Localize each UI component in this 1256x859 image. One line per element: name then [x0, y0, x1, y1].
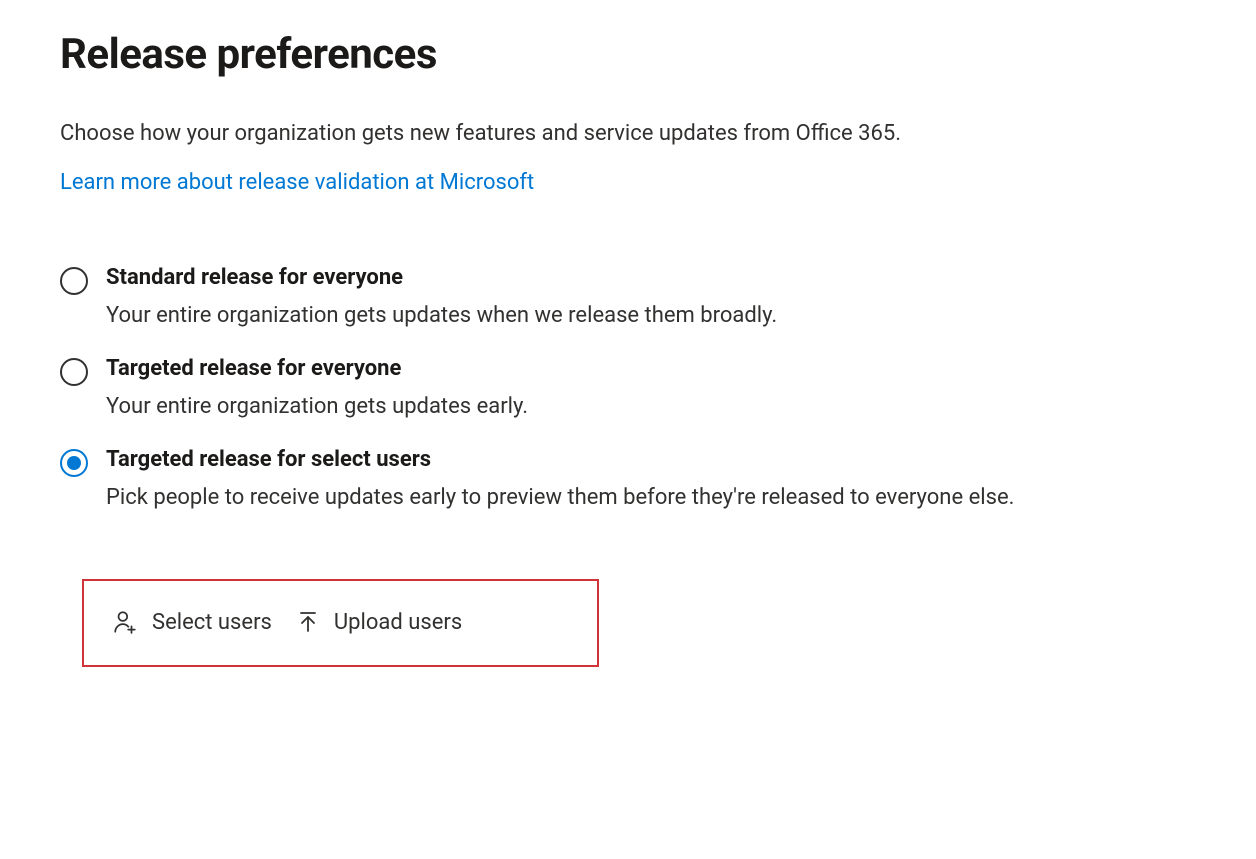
- option-targeted-everyone: Targeted release for everyone Your entir…: [60, 356, 1196, 423]
- select-users-label: Select users: [152, 610, 272, 635]
- select-users-button[interactable]: Select users: [112, 609, 272, 635]
- option-label-targeted-everyone[interactable]: Targeted release for everyone: [106, 356, 1196, 381]
- option-desc-targeted-select: Pick people to receive updates early to …: [106, 482, 1196, 514]
- learn-more-link[interactable]: Learn more about release validation at M…: [60, 170, 534, 195]
- radio-standard-release[interactable]: [60, 267, 88, 295]
- option-label-standard[interactable]: Standard release for everyone: [106, 265, 1196, 290]
- option-standard-release: Standard release for everyone Your entir…: [60, 265, 1196, 332]
- radio-targeted-select[interactable]: [60, 449, 88, 477]
- page-title: Release preferences: [60, 30, 1196, 79]
- person-add-icon: [112, 609, 138, 635]
- radio-targeted-everyone[interactable]: [60, 358, 88, 386]
- option-desc-standard: Your entire organization gets updates wh…: [106, 300, 1196, 332]
- release-options: Standard release for everyone Your entir…: [60, 265, 1196, 514]
- option-label-targeted-select[interactable]: Targeted release for select users: [106, 447, 1196, 472]
- upload-users-button[interactable]: Upload users: [296, 609, 462, 635]
- option-desc-targeted-everyone: Your entire organization gets updates ea…: [106, 391, 1196, 423]
- page-description: Choose how your organization gets new fe…: [60, 119, 1196, 150]
- user-actions-box: Select users Upload users: [82, 579, 599, 667]
- option-targeted-select: Targeted release for select users Pick p…: [60, 447, 1196, 514]
- upload-icon: [296, 609, 320, 635]
- upload-users-label: Upload users: [334, 610, 462, 635]
